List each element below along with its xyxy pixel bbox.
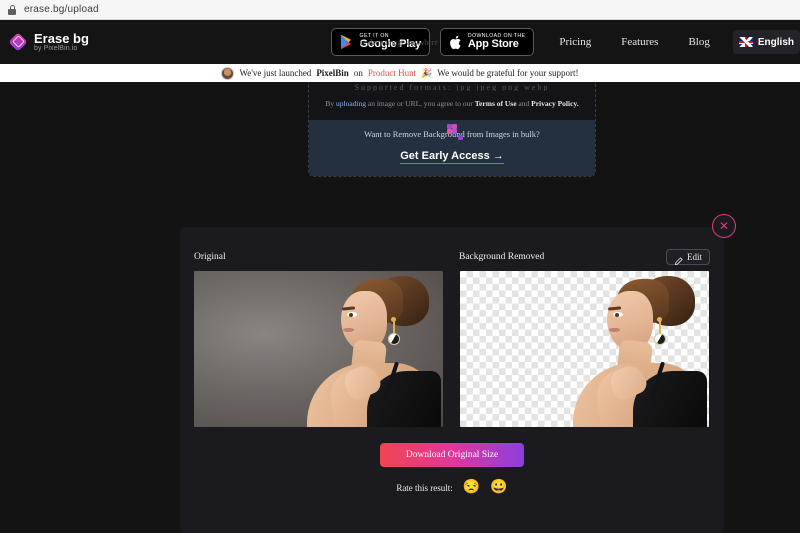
- terms-disclaimer: By uploading an image or URL, you agree …: [309, 91, 595, 120]
- apple-icon: [449, 34, 463, 51]
- nav-link-features[interactable]: Features: [606, 36, 673, 48]
- download-original-size-button[interactable]: Download Original Size: [379, 443, 525, 467]
- arrow-right-icon-top: →: [492, 150, 504, 162]
- uk-flag-icon: [738, 37, 753, 47]
- nav-link-pricing[interactable]: Pricing: [544, 36, 606, 48]
- app-store-button[interactable]: Download on the App Store: [439, 28, 535, 56]
- announcement-banner: We've just launched PixelBin on Product …: [0, 64, 800, 82]
- privacy-policy-link[interactable]: Privacy Policy.: [531, 99, 579, 108]
- terms-and: and: [518, 99, 530, 108]
- original-image[interactable]: [194, 271, 443, 427]
- logo[interactable]: Erase bg by PixelBin.io: [8, 30, 89, 53]
- pencil-icon: [674, 253, 683, 265]
- get-early-access-link-top[interactable]: Get Early Access →: [400, 150, 504, 164]
- rating-row: Rate this result: 😒 😀: [180, 481, 724, 495]
- terms-middle: an image or URL, you agree to our: [367, 99, 473, 108]
- language-selector[interactable]: English: [732, 30, 800, 54]
- language-label: English: [757, 36, 794, 48]
- edit-button[interactable]: Edit: [666, 249, 710, 265]
- image-comparison-row: [180, 265, 724, 427]
- upload-card[interactable]: Supported formats: jpg jpeg png webp By …: [308, 82, 596, 177]
- announcement-middle: on: [353, 68, 363, 78]
- product-hunt-link[interactable]: Product Hunt: [368, 68, 416, 78]
- background-removed-label: Background Removed: [459, 252, 545, 262]
- drop-image-hint: or drop image anywhere: [360, 38, 438, 47]
- edit-button-label: Edit: [687, 252, 702, 262]
- logo-title: Erase bg: [34, 30, 89, 46]
- download-row: Download Original Size: [180, 443, 724, 467]
- announcement-suffix: We would be grateful for your support!: [437, 68, 579, 78]
- portrait-removed: [557, 271, 707, 427]
- announcement-avatar: [221, 66, 235, 80]
- original-label: Original: [194, 252, 226, 262]
- lock-icon: [8, 4, 16, 15]
- page-body: Supported formats: jpg jpeg png webp By …: [0, 82, 800, 533]
- background-removed-image[interactable]: [460, 271, 709, 427]
- bulk-cta-text-top: Get Early Access: [400, 150, 490, 162]
- announcement-prefix: We've just launched: [239, 68, 312, 78]
- site-header: Erase bg by PixelBin.io or drop image an…: [0, 20, 800, 64]
- terms-of-use-link[interactable]: Terms of Use: [475, 99, 517, 108]
- result-card: ✕ Original Background Removed Edit Downl…: [180, 214, 736, 533]
- portrait-original: [291, 271, 441, 427]
- nav-link-blog[interactable]: Blog: [673, 36, 724, 48]
- rate-label: Rate this result:: [396, 483, 453, 493]
- app-store-bottom-label: App Store: [467, 38, 519, 51]
- uploading-link[interactable]: uploading: [336, 99, 366, 108]
- rate-unamused-icon[interactable]: 😒: [463, 481, 480, 495]
- terms-prefix: By: [325, 99, 335, 108]
- google-play-icon: [340, 34, 355, 50]
- close-icon[interactable]: ✕: [712, 214, 736, 238]
- browser-url-bar[interactable]: erase.bg/upload: [0, 0, 800, 20]
- party-popper-icon: 🎉: [421, 67, 433, 78]
- result-card-header: Original Background Removed Edit: [180, 227, 724, 265]
- url-text[interactable]: erase.bg/upload: [24, 4, 99, 15]
- bulk-banner-top: Want to Remove Background from Images in…: [309, 120, 595, 176]
- supported-formats-label: Supported formats: jpg jpeg png webp: [354, 83, 550, 91]
- erase-bg-logo-icon: [8, 32, 28, 52]
- rate-happy-icon[interactable]: 😀: [490, 481, 507, 495]
- announcement-brand: PixelBin: [316, 68, 349, 78]
- logo-subtitle: by PixelBin.io: [34, 45, 78, 53]
